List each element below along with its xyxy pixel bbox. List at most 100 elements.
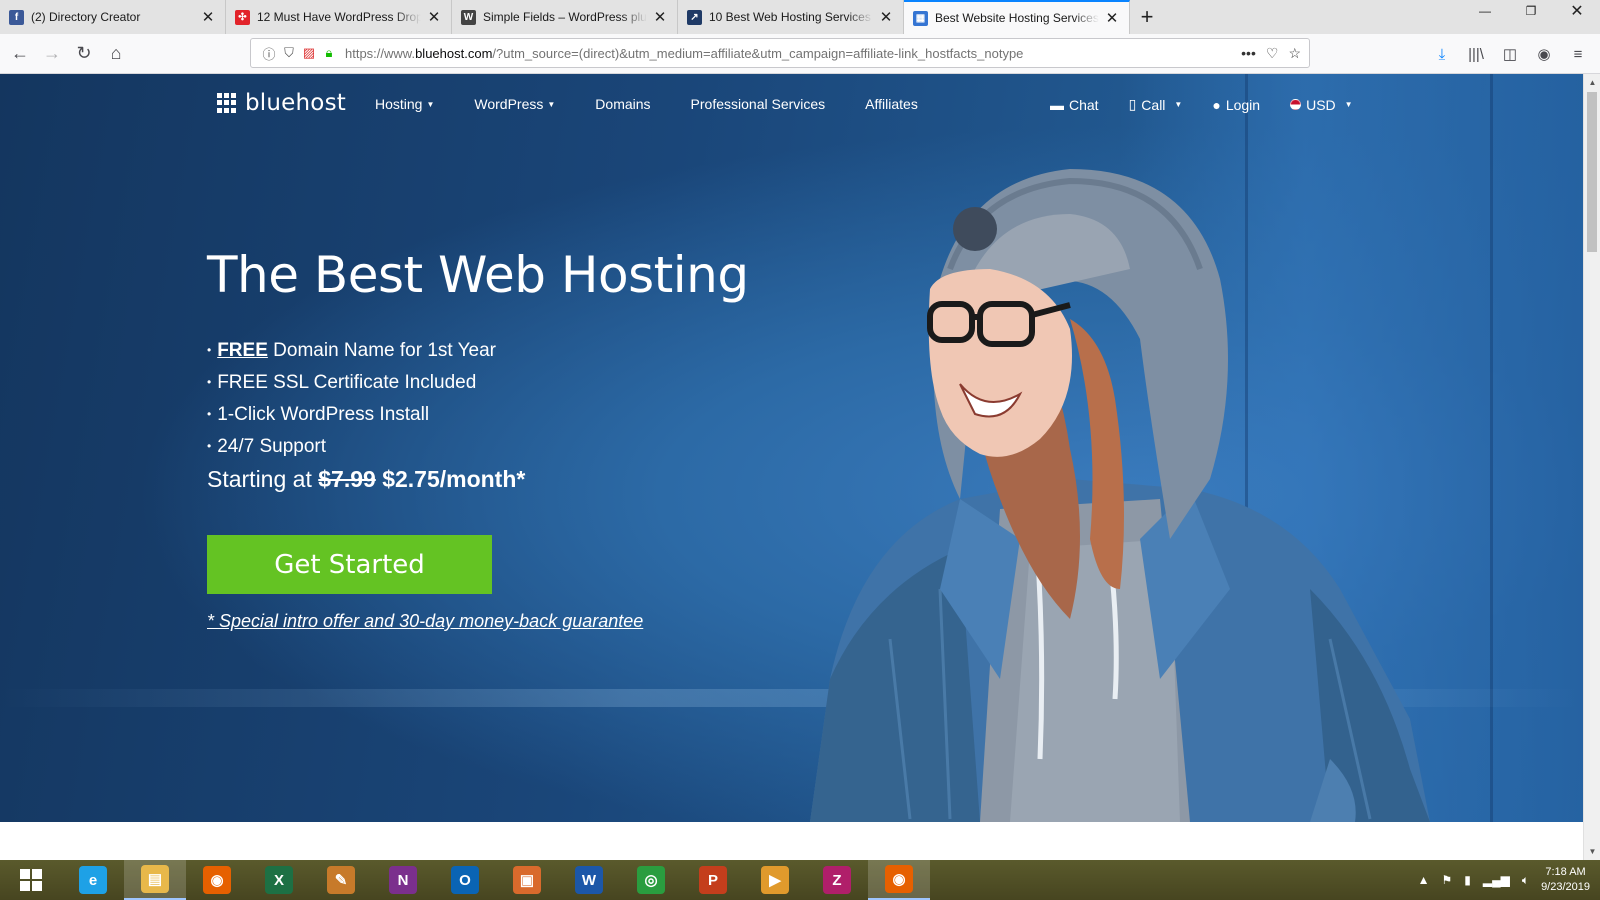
- info-icon[interactable]: ⓘ: [259, 44, 279, 63]
- chat-bubble-icon: ▬: [1050, 96, 1064, 113]
- nav-professional-services[interactable]: Professional Services: [691, 96, 826, 112]
- get-started-button[interactable]: Get Started: [207, 535, 492, 594]
- taskbar-app[interactable]: ▶: [744, 860, 806, 900]
- taskbar-app[interactable]: W: [558, 860, 620, 900]
- browser-toolbar: ← → ↻ ⌂ ⓘ ⛉ ▨ 🔒︎ https://www.bluehost.co…: [0, 34, 1600, 74]
- browser-tab[interactable]: f (2) Directory Creator ✕: [0, 0, 226, 34]
- firefox-icon: ◉: [885, 865, 913, 893]
- windows-taskbar: e ▤ ◉ X ✎ N O ▣ W ◎ P ▶ Z ◉ ▲ ⚑ ▮ ▂▄▆ 🔈︎ 7:18 AM 9/23…: [0, 860, 1600, 900]
- browser-tab[interactable]: ↗ 10 Best Web Hosting Services (✕: [678, 0, 904, 34]
- browser-tab[interactable]: W Simple Fields – WordPress plug ✕: [452, 0, 678, 34]
- scroll-down-icon[interactable]: ▼: [1584, 843, 1600, 860]
- window-controls: — ❐ ✕: [1462, 0, 1600, 30]
- taskbar-app[interactable]: ◉: [868, 860, 930, 900]
- minimize-icon[interactable]: —: [1462, 0, 1508, 22]
- blocked-permission-icon[interactable]: ▨: [299, 45, 319, 61]
- bookmark-star-icon[interactable]: ☆: [1288, 45, 1301, 62]
- account-icon[interactable]: ◉: [1530, 40, 1558, 68]
- taskbar-app[interactable]: ◉: [186, 860, 248, 900]
- pricing-line: Starting at $7.99 $2.75/month*: [207, 466, 526, 492]
- feature-item: • 1-Click WordPress Install: [207, 404, 430, 425]
- nav-call[interactable]: ▯ Call ▼: [1129, 96, 1183, 113]
- bluehost-grid-icon: [217, 93, 237, 113]
- nav-wordpress[interactable]: WordPress ▼: [474, 96, 555, 112]
- video-app-icon: ▶: [761, 866, 789, 894]
- chevron-down-icon: ▼: [547, 100, 556, 109]
- network-icon[interactable]: ▂▄▆: [1483, 873, 1510, 887]
- address-bar[interactable]: ⓘ ⛉ ▨ 🔒︎ https://www.bluehost.com/?utm_s…: [250, 38, 1310, 68]
- page-scrollbar[interactable]: ▲ ▼: [1583, 74, 1600, 860]
- excel-icon: X: [265, 866, 293, 894]
- close-tab-icon[interactable]: ✕: [199, 8, 217, 26]
- close-tab-icon[interactable]: ✕: [1103, 9, 1121, 27]
- sidebar-icon[interactable]: ◫: [1496, 40, 1524, 68]
- hero-section: bluehost Hosting ▼ WordPress ▼ Domains Pro…: [0, 74, 1583, 822]
- nav-currency[interactable]: USD ▼: [1290, 96, 1353, 113]
- site-header: bluehost Hosting ▼ WordPress ▼ Domains Pro…: [0, 74, 1583, 132]
- scroll-thumb[interactable]: [1587, 92, 1597, 252]
- taskbar-app[interactable]: P: [682, 860, 744, 900]
- chevron-down-icon: ▼: [1174, 100, 1183, 109]
- volume-icon[interactable]: 🔈︎: [1522, 873, 1529, 888]
- intro-offer-link[interactable]: * Special intro offer and 30-day money-b…: [207, 611, 643, 632]
- nav-affiliates[interactable]: Affiliates: [865, 96, 918, 112]
- close-tab-icon[interactable]: ✕: [877, 8, 895, 26]
- photo-app-icon: ▣: [513, 866, 541, 894]
- taskbar-app[interactable]: N: [372, 860, 434, 900]
- tracking-shield-icon[interactable]: ⛉: [279, 45, 299, 61]
- show-hidden-icons-icon[interactable]: ▲: [1418, 873, 1430, 887]
- powerpoint-icon: P: [699, 866, 727, 894]
- taskbar-app[interactable]: ◎: [620, 860, 682, 900]
- restore-icon[interactable]: ❐: [1508, 0, 1554, 22]
- taskbar-app[interactable]: ▣: [496, 860, 558, 900]
- chevron-down-icon: ▼: [1344, 100, 1353, 109]
- feature-item: • 24/7 Support: [207, 436, 327, 457]
- close-tab-icon[interactable]: ✕: [651, 8, 669, 26]
- chrome-icon: ◎: [637, 866, 665, 894]
- nav-domains[interactable]: Domains: [595, 96, 650, 112]
- browser-tab[interactable]: ✣ 12 Must Have WordPress Drop ✕: [226, 0, 452, 34]
- primary-nav: Hosting ▼ WordPress ▼ Domains Professional…: [375, 96, 918, 112]
- windows-logo-icon: [20, 869, 42, 891]
- nav-chat[interactable]: ▬ Chat: [1050, 96, 1099, 113]
- pocket-icon[interactable]: ♡: [1266, 45, 1279, 62]
- page-actions-icon[interactable]: •••: [1241, 45, 1256, 62]
- close-window-icon[interactable]: ✕: [1554, 0, 1600, 22]
- taskbar-app[interactable]: ▤: [124, 860, 186, 900]
- browser-tab[interactable]: ▦ Best Website Hosting Services 2 ✕: [904, 0, 1130, 34]
- action-center-flag-icon[interactable]: ⚑: [1442, 873, 1453, 887]
- menu-icon[interactable]: ≡: [1564, 40, 1592, 68]
- home-icon[interactable]: ⌂: [100, 38, 132, 70]
- bluehost-logo[interactable]: bluehost: [217, 90, 346, 116]
- secure-lock-icon[interactable]: 🔒︎: [319, 45, 339, 61]
- tab-title: 10 Best Web Hosting Services (: [709, 10, 873, 24]
- tab-title: (2) Directory Creator: [31, 10, 195, 24]
- firefox-icon: ◉: [203, 866, 231, 894]
- start-button[interactable]: [0, 860, 62, 900]
- url-text[interactable]: https://www.bluehost.com/?utm_source=(di…: [345, 46, 1241, 61]
- taskbar-app[interactable]: X: [248, 860, 310, 900]
- chevron-down-icon: ▼: [426, 100, 435, 109]
- reload-icon[interactable]: ↻: [68, 38, 100, 70]
- downloads-icon[interactable]: ⤓: [1428, 40, 1456, 68]
- close-tab-icon[interactable]: ✕: [425, 8, 443, 26]
- library-icon[interactable]: |||\: [1462, 40, 1490, 68]
- taskbar-app[interactable]: ✎: [310, 860, 372, 900]
- back-icon[interactable]: ←: [4, 38, 36, 70]
- outlook-icon: O: [451, 866, 479, 894]
- old-price: $7.99: [318, 466, 376, 492]
- hero-person-image: [810, 169, 1430, 822]
- battery-icon[interactable]: ▮: [1464, 873, 1471, 887]
- scroll-up-icon[interactable]: ▲: [1584, 74, 1600, 91]
- taskbar-app[interactable]: O: [434, 860, 496, 900]
- tab-title: Best Website Hosting Services 2: [935, 11, 1099, 25]
- feature-emphasis[interactable]: FREE: [217, 340, 268, 361]
- taskbar-app[interactable]: e: [62, 860, 124, 900]
- tab-strip: f (2) Directory Creator ✕ ✣ 12 Must Have Wor…: [0, 0, 1600, 34]
- nav-hosting[interactable]: Hosting ▼: [375, 96, 434, 112]
- forward-icon[interactable]: →: [36, 38, 68, 70]
- taskbar-app[interactable]: Z: [806, 860, 868, 900]
- nav-login[interactable]: ● Login: [1212, 96, 1260, 113]
- system-clock[interactable]: 7:18 AM 9/23/2019: [1541, 865, 1590, 895]
- new-tab-button[interactable]: +: [1130, 0, 1164, 34]
